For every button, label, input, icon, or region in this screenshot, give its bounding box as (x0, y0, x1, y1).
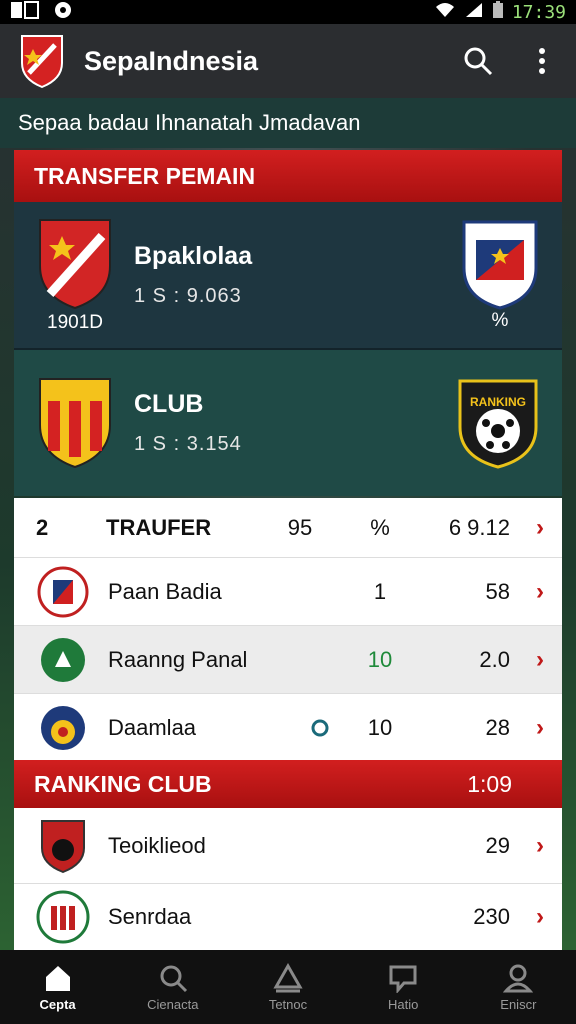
ranking-section-header: RANKING CLUB 1:09 (14, 760, 562, 808)
chat-icon (389, 965, 417, 993)
home-icon (45, 965, 70, 991)
club-stat-a: 10 (367, 715, 393, 740)
club-name: Senrdaa (108, 904, 192, 929)
clock: 17:39 (511, 1, 566, 23)
transfer-section-header: TRANSFER PEMAIN (14, 150, 562, 202)
nav-label: Hatio (387, 996, 419, 1012)
club-name: Raanng Panal (108, 646, 248, 672)
transfer-card[interactable]: 1901D Bpaklolaa 1 S : 9.063 % (14, 202, 562, 350)
table-row[interactable]: Raanng Panal 10 2.0 › (14, 626, 562, 694)
header-col-c: 6 9.12 (448, 514, 510, 540)
search-icon[interactable] (462, 45, 494, 77)
club-stat-a: 10 (367, 646, 393, 672)
club-logo-icon (36, 701, 90, 755)
table-row[interactable]: Paan Badia 1 58 › (14, 558, 562, 626)
status-bar: 17:39 (0, 0, 576, 24)
header-rank: 2 (36, 514, 49, 540)
header-col-b: % (370, 514, 390, 540)
nav-label: Cepta (39, 996, 76, 1012)
club-name: Paan Badia (108, 578, 222, 604)
club-stat-b: 2.0 (479, 646, 510, 672)
chevron-right-icon[interactable]: › (510, 903, 544, 931)
table-row[interactable]: Daamlaa 10 28 › (14, 694, 562, 762)
ranking-time: 1:09 (467, 770, 512, 797)
club-stat-a: 1 (373, 578, 387, 604)
app-logo[interactable] (18, 33, 66, 89)
club-name: CLUB (134, 390, 204, 418)
nav-label: Tetnoc (268, 996, 308, 1012)
header-label: TRAUFER (106, 514, 212, 540)
soccer-ball-icon (54, 1, 72, 24)
transfer-section-title: TRANSFER PEMAIN (34, 162, 256, 189)
club-logo-icon (36, 890, 90, 944)
club-crest-icon (462, 220, 538, 310)
info-icon (300, 719, 340, 737)
transfer-year: 1901D (47, 312, 103, 333)
search-icon (160, 965, 187, 992)
nav-home[interactable]: Cepta (8, 963, 108, 1012)
more-options-icon[interactable] (526, 45, 558, 77)
list-item[interactable]: Senrdaa 230 › (14, 884, 562, 950)
bottom-navigation: Cepta Cienacta Tetnoc Hatio Eniscr (0, 950, 576, 1024)
nav-upload[interactable]: Tetnoc (238, 962, 338, 1012)
club-crest-icon (39, 378, 111, 469)
club-crest-icon (39, 219, 111, 310)
player-name: Bpaklolaa (134, 242, 253, 270)
wifi-icon (434, 2, 456, 23)
subtitle-bar: Sepaa badau Ihnanatah Jmadavan (0, 98, 576, 148)
club-stat-b: 28 (485, 715, 510, 740)
nav-chat[interactable]: Hatio (353, 963, 453, 1012)
club-card[interactable]: CLUB 1 S : 3.154 RANKING (14, 350, 562, 496)
chevron-right-icon[interactable]: › (510, 578, 544, 606)
crest-label: RANKING (470, 395, 526, 409)
transfer-table: 2 TRAUFER 95 % 6 9.12 › Paan Badia 1 58 … (14, 498, 562, 760)
ranking-list: Teoiklieod 29 › Senrdaa 230 › (14, 808, 562, 950)
user-icon (503, 964, 534, 992)
club-stat-b: 58 (485, 578, 510, 604)
player-stats: 1 S : 9.063 (134, 285, 242, 307)
club-logo-icon (36, 633, 90, 687)
table-header-row: 2 TRAUFER 95 % 6 9.12 › (14, 498, 562, 558)
transfer-percent: % (491, 310, 509, 331)
chevron-right-icon[interactable]: › (510, 832, 544, 860)
ranking-crest-icon: RANKING (456, 377, 540, 469)
nav-label: Cienacta (147, 996, 199, 1012)
club-name: Teoiklieod (108, 832, 206, 858)
list-item[interactable]: Teoiklieod 29 › (14, 808, 562, 884)
nav-label: Eniscr (500, 996, 537, 1012)
chevron-right-icon[interactable]: › (510, 514, 544, 542)
signal-icon (464, 2, 484, 23)
ranking-section-title: RANKING CLUB (34, 770, 212, 797)
app-bar: SepaIndnesia (0, 24, 576, 98)
app-title: SepaIndnesia (84, 45, 259, 76)
battery-icon (492, 0, 504, 24)
club-points: 29 (485, 832, 510, 858)
header-col-a: 95 (287, 514, 313, 540)
nav-profile[interactable]: Eniscr (468, 963, 568, 1012)
chevron-right-icon[interactable]: › (510, 714, 544, 742)
nav-search[interactable]: Cienacta (123, 963, 223, 1012)
notification-icon (10, 0, 40, 24)
club-logo-icon (36, 565, 90, 619)
club-name: Daamlaa (108, 715, 197, 740)
club-stats: 1 S : 3.154 (134, 433, 242, 455)
club-points: 230 (473, 904, 510, 929)
upload-icon (273, 962, 303, 992)
chevron-right-icon[interactable]: › (510, 646, 544, 674)
club-logo-icon (36, 819, 90, 873)
